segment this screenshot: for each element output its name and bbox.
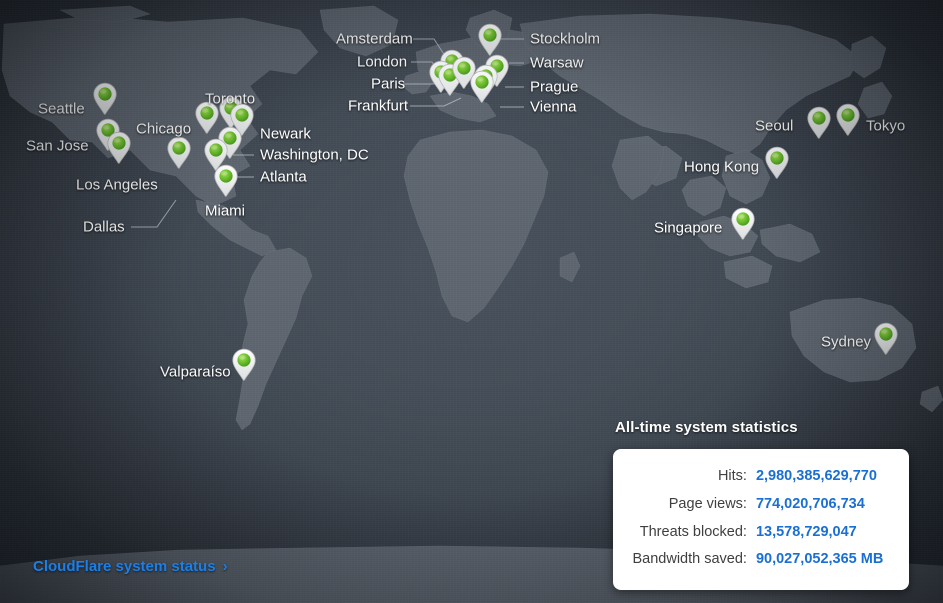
city-label-dallas: Dallas	[83, 218, 125, 236]
statistic-label: Hits:	[717, 468, 747, 484]
city-label-sydney: Sydney	[821, 333, 872, 351]
city-label-valpara-so: Valparaíso	[160, 363, 231, 381]
city-label-los-angeles: Los Angeles	[76, 176, 158, 194]
map-pin-icon[interactable]	[806, 106, 832, 140]
statistic-value: 2,980,385,629,770	[755, 468, 877, 484]
map-pin-icon[interactable]	[469, 70, 495, 104]
city-label-frankfurt: Frankfurt	[348, 97, 409, 115]
all-time-statistics-panel: All-time system statistics Hits: 2,980,38…	[613, 419, 909, 590]
city-label-paris: Paris	[371, 75, 406, 93]
map-pin-icon[interactable]	[106, 131, 132, 165]
map-pin-icon[interactable]	[231, 348, 257, 382]
city-label-tokyo: Tokyo	[866, 117, 906, 135]
statistics-row: Threats blocked: 13,578,729,047	[627, 519, 889, 547]
city-label-vienna: Vienna	[530, 98, 577, 116]
statistics-card: Hits: 2,980,385,629,770 Page views: 774,020…	[613, 449, 909, 590]
statistic-label: Page views:	[668, 495, 747, 512]
map-pin-icon[interactable]	[477, 23, 503, 57]
map-pin-icon[interactable]	[873, 322, 899, 356]
map-pin-icon[interactable]	[213, 164, 239, 198]
city-label-seoul: Seoul	[755, 117, 794, 135]
map-pin-icon[interactable]	[92, 82, 118, 116]
statistic-value: 13,578,729,047	[755, 523, 857, 540]
city-label-newark: Newark	[260, 125, 311, 143]
statistic-value: 90,027,052,365 MB	[755, 551, 884, 568]
statistics-row: Page views: 774,020,706,734	[627, 491, 889, 519]
statistics-row: Bandwidth saved: 90,027,052,365 MB	[627, 546, 889, 574]
city-label-stockholm: Stockholm	[530, 30, 601, 48]
city-label-london: London	[357, 53, 408, 71]
cloudflare-network-map: Seattle San Jose Los Angeles Dallas Chic…	[0, 0, 943, 603]
statistic-label: Bandwidth saved:	[632, 551, 747, 568]
continent-africa	[403, 129, 581, 323]
statistics-title: All-time system statistics	[615, 419, 798, 436]
status-link-label: CloudFlare system status	[33, 558, 216, 575]
city-label-atlanta: Atlanta	[260, 168, 307, 186]
chevron-right-icon: ›	[222, 558, 228, 575]
cloudflare-system-status-link[interactable]: CloudFlare system status ›	[33, 558, 228, 575]
statistic-value: 774,020,706,734	[755, 495, 865, 512]
map-pin-icon[interactable]	[166, 136, 192, 170]
map-pin-icon[interactable]	[764, 146, 790, 180]
continent-south-america	[235, 247, 313, 431]
city-label-singapore: Singapore	[654, 219, 723, 237]
city-label-chicago: Chicago	[136, 120, 192, 138]
city-label-hong-kong: Hong Kong	[684, 158, 760, 176]
city-label-seattle: Seattle	[38, 100, 85, 118]
city-label-warsaw: Warsaw	[530, 54, 584, 72]
city-label-san-jose: San Jose	[26, 137, 89, 155]
city-label-washington-dc: Washington, DC	[260, 146, 369, 164]
statistic-label: Threats blocked:	[639, 523, 747, 540]
statistics-table: Hits: 2,980,385,629,770 Page views: 774,020…	[627, 463, 889, 574]
statistics-row: Hits: 2,980,385,629,770	[627, 463, 889, 491]
continent-india	[611, 135, 665, 201]
map-pin-icon[interactable]	[730, 207, 756, 241]
map-pin-icon[interactable]	[835, 103, 861, 137]
city-label-amsterdam: Amsterdam	[336, 30, 413, 48]
continent-australia	[789, 297, 943, 413]
city-label-miami: Miami	[205, 202, 245, 220]
city-label-prague: Prague	[530, 78, 579, 96]
